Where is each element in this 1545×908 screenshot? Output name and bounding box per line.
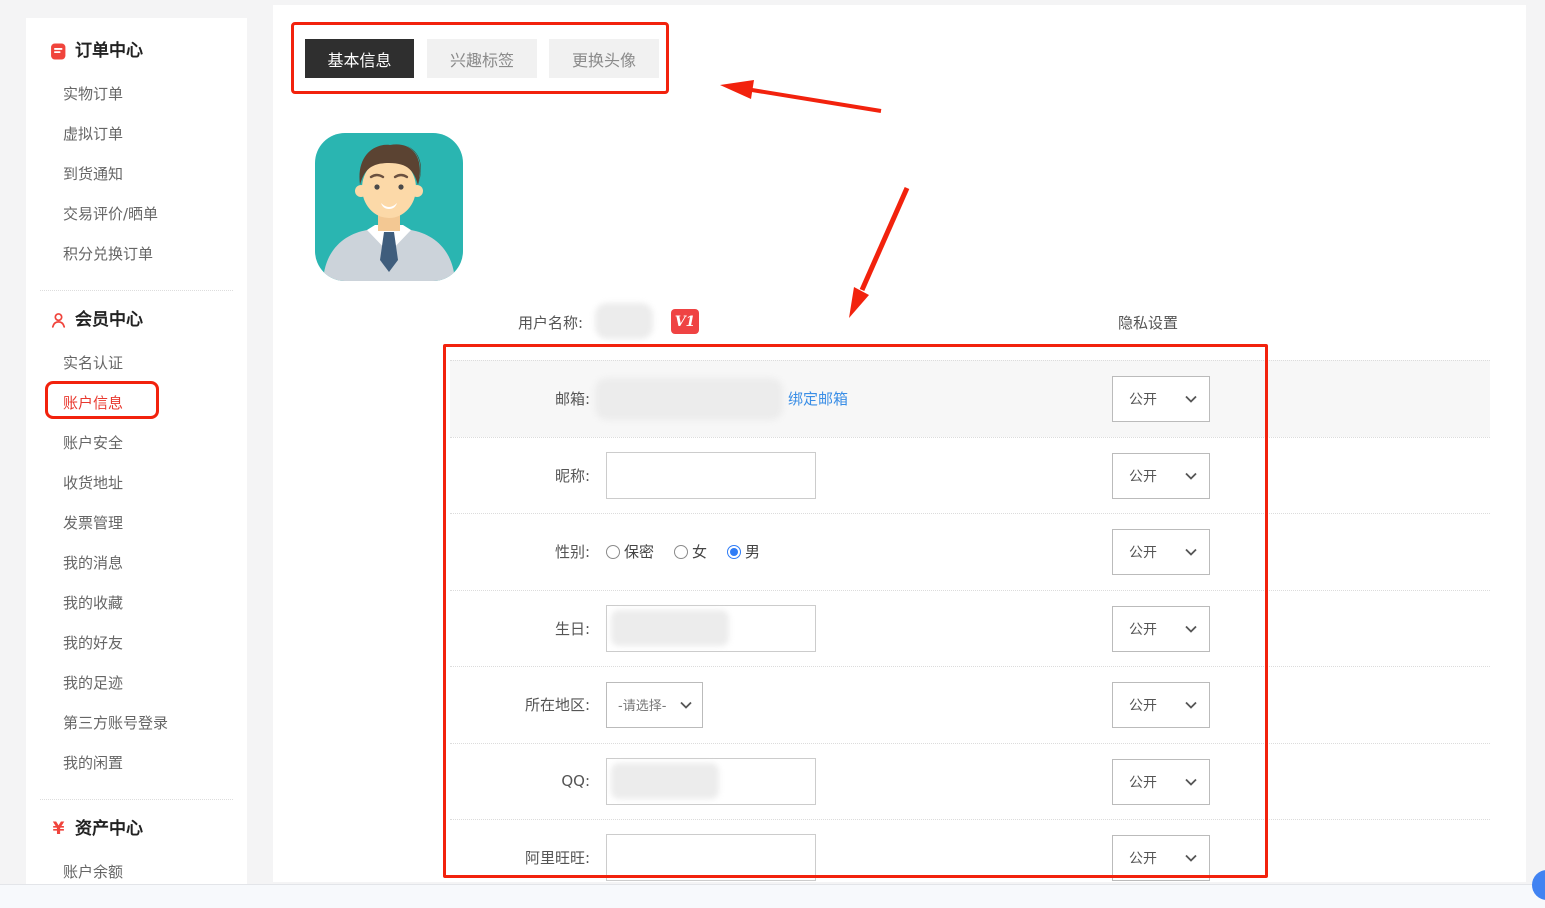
form-row-gender: 性别: 保密 女 男 公开 (450, 513, 1490, 590)
form-row-qq: QQ: 公开 (450, 743, 1490, 820)
chevron-down-icon (1185, 548, 1197, 556)
gender-label: 性别: (450, 514, 590, 590)
sidebar-item-real-name-auth[interactable]: 实名认证 (26, 343, 247, 383)
privacy-select-nickname[interactable]: 公开 (1112, 453, 1210, 499)
content-panel: 基本信息 兴趣标签 更换头像 (273, 5, 1526, 882)
sidebar-item-third-party-login[interactable]: 第三方账号登录 (26, 703, 247, 743)
sidebar-item-my-idle[interactable]: 我的闲置 (26, 743, 247, 783)
radio-icon (674, 545, 688, 559)
radio-label: 女 (692, 541, 707, 562)
member-icon (50, 312, 67, 329)
yuan-icon: ¥ (50, 821, 67, 838)
email-value-blurred (595, 378, 783, 420)
form-row-aliwangwang: 阿里旺旺: 公开 (450, 819, 1490, 882)
privacy-select-email[interactable]: 公开 (1112, 376, 1210, 422)
username-value-blurred (595, 303, 653, 339)
form-row-region: 所在地区: -请选择- 公开 (450, 666, 1490, 743)
chevron-down-icon (1185, 472, 1197, 480)
privacy-value: 公开 (1129, 542, 1157, 562)
sidebar-section-member-center: 会员中心 (26, 305, 247, 335)
email-label: 邮箱: (450, 361, 590, 437)
sidebar-section-title: 会员中心 (75, 305, 143, 335)
birthday-label: 生日: (450, 591, 590, 667)
chevron-down-icon (1185, 395, 1197, 403)
radio-label: 男 (745, 541, 760, 562)
tab-change-avatar[interactable]: 更换头像 (549, 39, 659, 78)
region-label: 所在地区: (450, 667, 590, 743)
privacy-select-qq[interactable]: 公开 (1112, 759, 1210, 805)
sidebar-section-title: 资产中心 (75, 814, 143, 844)
sidebar-divider (40, 799, 233, 800)
account-info-page: 订单中心 实物订单 虚拟订单 到货通知 交易评价/晒单 积分兑换订单 会员中心 … (0, 0, 1545, 908)
privacy-select-birthday[interactable]: 公开 (1112, 606, 1210, 652)
sidebar-item-account-info[interactable]: 账户信息 (26, 383, 247, 423)
sidebar-item-virtual-orders[interactable]: 虚拟订单 (26, 114, 247, 154)
privacy-value: 公开 (1129, 848, 1157, 868)
privacy-value: 公开 (1129, 695, 1157, 715)
chevron-down-icon (1185, 854, 1197, 862)
privacy-value: 公开 (1129, 619, 1157, 639)
level-badge: V1 (671, 309, 699, 334)
birthday-value-blurred (611, 610, 729, 646)
order-icon (50, 43, 67, 60)
sidebar-item-my-messages[interactable]: 我的消息 (26, 543, 247, 583)
region-select[interactable]: -请选择- (606, 682, 703, 728)
radio-checked-icon (727, 545, 741, 559)
gender-radio-female[interactable]: 女 (674, 541, 707, 562)
qq-value-blurred (611, 763, 719, 799)
tab-basic-info[interactable]: 基本信息 (305, 39, 414, 78)
sidebar-item-arrival-notice[interactable]: 到货通知 (26, 154, 247, 194)
sidebar-divider (40, 290, 233, 291)
sidebar-item-trade-reviews[interactable]: 交易评价/晒单 (26, 194, 247, 234)
username-label: 用户名称: (518, 312, 583, 333)
avatar (315, 133, 463, 281)
gender-radio-male[interactable]: 男 (727, 541, 760, 562)
sidebar-section-asset-center: ¥ 资产中心 (26, 814, 247, 844)
nickname-label: 昵称: (450, 438, 590, 514)
bind-email-link[interactable]: 绑定邮箱 (788, 388, 848, 409)
sidebar-item-my-favorites[interactable]: 我的收藏 (26, 583, 247, 623)
privacy-select-region[interactable]: 公开 (1112, 682, 1210, 728)
sidebar-item-my-friends[interactable]: 我的好友 (26, 623, 247, 663)
radio-label: 保密 (624, 541, 654, 562)
chevron-down-icon (1185, 701, 1197, 709)
gender-radio-confidential[interactable]: 保密 (606, 541, 654, 562)
privacy-value: 公开 (1129, 772, 1157, 792)
sidebar-item-shipping-address[interactable]: 收货地址 (26, 463, 247, 503)
region-select-value: -请选择- (618, 695, 666, 714)
tab-interest-tags[interactable]: 兴趣标签 (427, 39, 537, 78)
chevron-down-icon (1185, 778, 1197, 786)
form-row-birthday: 生日: 公开 (450, 590, 1490, 667)
birthday-input[interactable] (606, 605, 816, 652)
sidebar-section-order-center: 订单中心 (26, 36, 247, 66)
privacy-select-gender[interactable]: 公开 (1112, 529, 1210, 575)
radio-icon (606, 545, 620, 559)
aliwangwang-label: 阿里旺旺: (450, 820, 590, 882)
aliwangwang-input[interactable] (606, 834, 816, 881)
qq-input[interactable] (606, 758, 816, 805)
privacy-settings-header: 隐私设置 (1118, 312, 1178, 333)
sidebar-item-physical-orders[interactable]: 实物订单 (26, 74, 247, 114)
username-row: 用户名称: V1 隐私设置 (273, 301, 1526, 345)
privacy-select-aliwangwang[interactable]: 公开 (1112, 835, 1210, 881)
sidebar: 订单中心 实物订单 虚拟订单 到货通知 交易评价/晒单 积分兑换订单 会员中心 … (26, 18, 247, 884)
chevron-down-icon (680, 701, 692, 709)
form-row-email: 邮箱: 绑定邮箱 公开 (450, 360, 1490, 437)
form-row-nickname: 昵称: 公开 (450, 437, 1490, 514)
privacy-value: 公开 (1129, 466, 1157, 486)
sidebar-item-account-security[interactable]: 账户安全 (26, 423, 247, 463)
sidebar-section-title: 订单中心 (75, 36, 143, 66)
sidebar-item-my-footprints[interactable]: 我的足迹 (26, 663, 247, 703)
nickname-input[interactable] (606, 452, 816, 499)
account-form: 邮箱: 绑定邮箱 公开 昵称: 公开 (450, 360, 1490, 882)
qq-label: QQ: (450, 744, 590, 820)
sidebar-item-points-orders[interactable]: 积分兑换订单 (26, 234, 247, 274)
footer-strip (0, 884, 1545, 908)
sidebar-item-invoice-management[interactable]: 发票管理 (26, 503, 247, 543)
privacy-value: 公开 (1129, 389, 1157, 409)
chevron-down-icon (1185, 625, 1197, 633)
